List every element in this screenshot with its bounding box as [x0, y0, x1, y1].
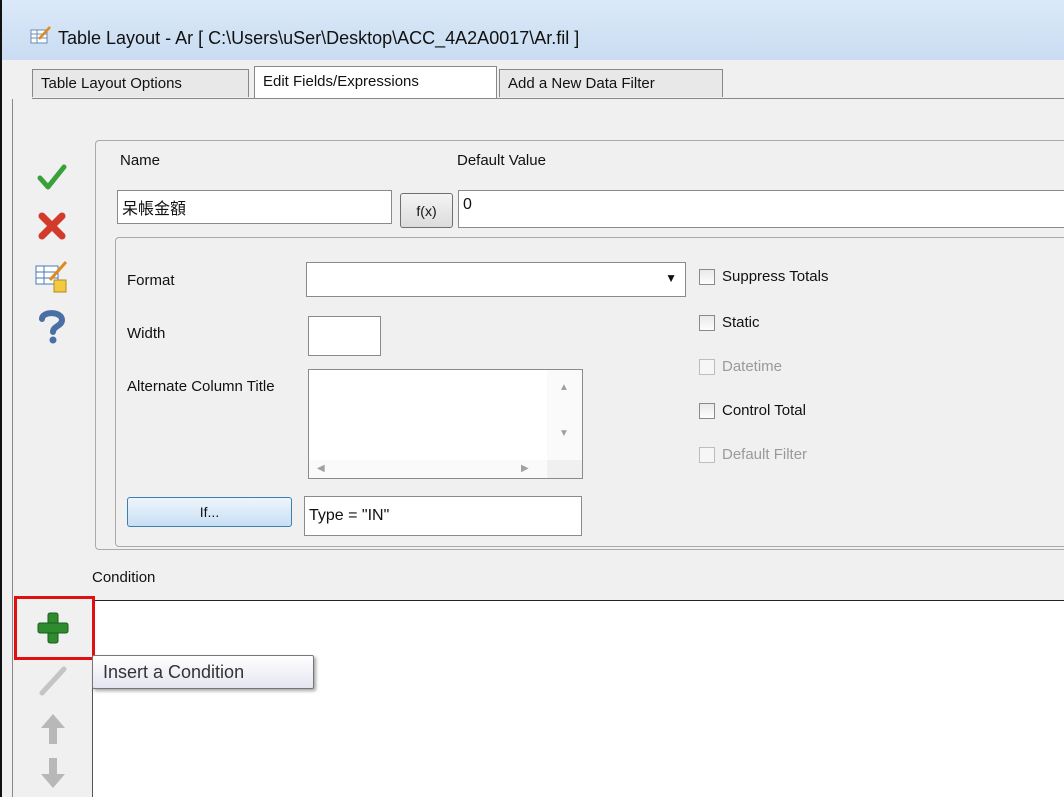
pencil-icon	[39, 666, 67, 696]
datetime-checkbox: Datetime	[699, 358, 782, 375]
format-label: Format	[127, 272, 175, 289]
suppress-totals-label: Suppress Totals	[722, 268, 829, 285]
datetime-label: Datetime	[722, 358, 783, 375]
width-label: Width	[127, 325, 166, 342]
tab-table-layout-options[interactable]: Table Layout Options	[32, 69, 249, 97]
control-total-label: Control Total	[722, 402, 806, 419]
title-bar: Table Layout - Ar [ C:\Users\uSer\Deskto…	[2, 0, 1064, 60]
control-total-box[interactable]	[699, 402, 715, 419]
tab-edit-fields-expressions[interactable]: Edit Fields/Expressions	[254, 66, 497, 99]
help-question-icon[interactable]	[34, 308, 70, 344]
horizontal-scrollbar[interactable]: ◀ ▶	[309, 460, 547, 478]
width-field[interactable]	[308, 316, 381, 356]
default-value-text: 0	[463, 196, 472, 213]
static-label: Static	[722, 314, 760, 331]
name-field-value: 呆帳金額	[122, 201, 187, 218]
vertical-scrollbar[interactable]: ▲ ▼	[547, 370, 582, 460]
alternate-column-title-field[interactable]: ▲ ▼ ◀ ▶	[308, 369, 583, 479]
condition-list[interactable]	[92, 600, 1064, 797]
chevron-down-icon: ▼	[665, 271, 677, 285]
scroll-left-arrow-icon[interactable]: ◀	[317, 463, 325, 474]
default-filter-checkbox: Default Filter	[699, 446, 807, 463]
arrow-up-icon	[41, 714, 65, 744]
tab-add-data-filter[interactable]: Add a New Data Filter	[499, 69, 723, 97]
default-value-label: Default Value	[457, 152, 546, 169]
checkmark-icon[interactable]	[34, 160, 70, 196]
static-box[interactable]	[699, 314, 715, 331]
scroll-right-arrow-icon[interactable]: ▶	[521, 463, 529, 474]
fx-button[interactable]: f(x)	[400, 193, 453, 228]
alternate-column-title-label: Alternate Column Title	[127, 378, 275, 395]
scroll-corner	[547, 460, 582, 478]
static-checkbox[interactable]: Static	[699, 314, 760, 331]
insert-condition-tooltip: Insert a Condition	[92, 655, 314, 689]
format-select[interactable]: ▼	[306, 262, 686, 297]
delete-x-icon[interactable]	[34, 208, 70, 244]
name-label: Name	[120, 152, 161, 169]
control-total-checkbox[interactable]: Control Total	[699, 402, 806, 419]
arrow-down-icon	[41, 758, 65, 788]
window-title: Table Layout - Ar [ C:\Users\uSer\Deskto…	[58, 28, 580, 48]
table-layout-icon	[30, 26, 51, 44]
default-value-field[interactable]: 0	[458, 190, 1064, 228]
name-field[interactable]: 呆帳金額	[117, 190, 392, 224]
edit-table-icon[interactable]	[34, 258, 70, 294]
condition-label: Condition	[92, 569, 156, 586]
if-condition-field[interactable]: Type = "IN"	[304, 496, 582, 536]
datetime-box	[699, 358, 715, 375]
highlight-box	[14, 596, 95, 660]
if-button[interactable]: If...	[127, 497, 292, 527]
default-filter-label: Default Filter	[722, 446, 808, 463]
default-filter-box	[699, 446, 715, 463]
suppress-totals-box[interactable]	[699, 268, 715, 285]
if-condition-value: Type = "IN"	[309, 507, 390, 524]
tooltip-text: Insert a Condition	[103, 661, 245, 682]
scroll-up-arrow-icon[interactable]: ▲	[559, 382, 569, 393]
table-layout-window: Table Layout - Ar [ C:\Users\uSer\Deskto…	[0, 0, 1064, 797]
suppress-totals-checkbox[interactable]: Suppress Totals	[699, 268, 828, 285]
scroll-down-arrow-icon[interactable]: ▼	[559, 428, 569, 439]
